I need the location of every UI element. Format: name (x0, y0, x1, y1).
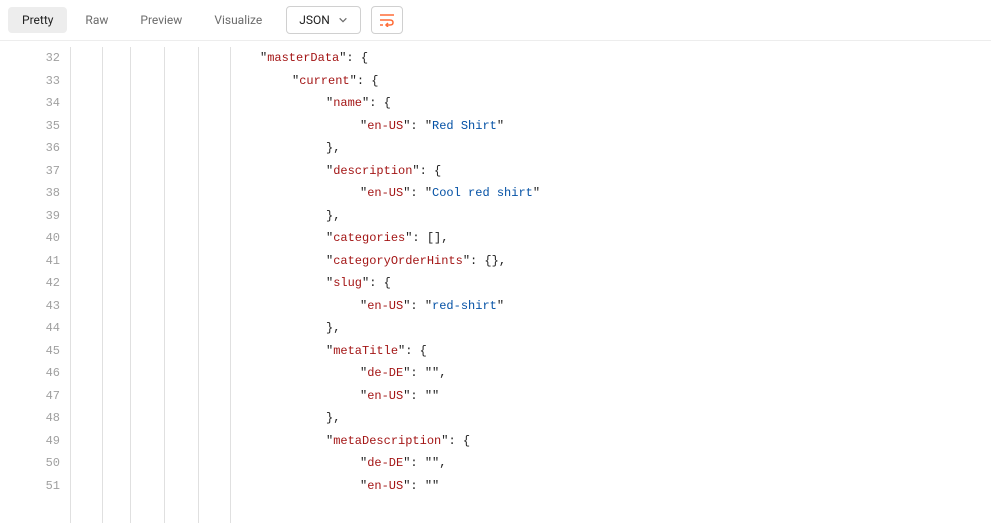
code-viewer: 3233343536373839404142434445464748495051… (0, 41, 991, 523)
code-line: "en-US": "Red Shirt" (260, 115, 991, 138)
tab-visualize[interactable]: Visualize (200, 7, 276, 33)
code-line: "en-US": "" (260, 475, 991, 498)
code-line: }, (260, 205, 991, 228)
line-number: 35 (0, 115, 60, 138)
line-number: 37 (0, 160, 60, 183)
code-line: "slug": { (260, 272, 991, 295)
line-number: 46 (0, 362, 60, 385)
code-line: "en-US": "" (260, 385, 991, 408)
code-line: }, (260, 317, 991, 340)
code-line: }, (260, 407, 991, 430)
code-line: "masterData": { (260, 47, 991, 70)
line-number: 32 (0, 47, 60, 70)
tab-raw[interactable]: Raw (71, 7, 122, 33)
line-number: 43 (0, 295, 60, 318)
line-number: 36 (0, 137, 60, 160)
wrap-lines-button[interactable] (371, 6, 403, 34)
code-line: }, (260, 137, 991, 160)
line-number: 41 (0, 250, 60, 273)
line-number: 40 (0, 227, 60, 250)
line-number: 44 (0, 317, 60, 340)
code-line: "de-DE": "", (260, 452, 991, 475)
line-number: 50 (0, 452, 60, 475)
format-dropdown[interactable]: JSON (286, 6, 361, 34)
code-content[interactable]: "masterData": {"current": {"name": {"en-… (260, 41, 991, 523)
line-number: 45 (0, 340, 60, 363)
code-line: "categoryOrderHints": {}, (260, 250, 991, 273)
chevron-down-icon (338, 15, 348, 25)
code-line: "name": { (260, 92, 991, 115)
line-number-gutter: 3233343536373839404142434445464748495051 (0, 41, 70, 523)
line-number: 34 (0, 92, 60, 115)
code-line: "metaTitle": { (260, 340, 991, 363)
line-number: 42 (0, 272, 60, 295)
code-line: "en-US": "Cool red shirt" (260, 182, 991, 205)
indent-guides (70, 41, 260, 523)
tab-pretty[interactable]: Pretty (8, 7, 67, 33)
code-line: "current": { (260, 70, 991, 93)
code-line: "categories": [], (260, 227, 991, 250)
code-line: "metaDescription": { (260, 430, 991, 453)
line-number: 49 (0, 430, 60, 453)
code-line: "en-US": "red-shirt" (260, 295, 991, 318)
format-selected-label: JSON (299, 13, 330, 27)
wrap-icon (379, 13, 395, 27)
line-number: 51 (0, 475, 60, 498)
response-toolbar: Pretty Raw Preview Visualize JSON (0, 0, 991, 41)
tab-preview[interactable]: Preview (126, 7, 196, 33)
code-line: "de-DE": "", (260, 362, 991, 385)
line-number: 33 (0, 70, 60, 93)
line-number: 47 (0, 385, 60, 408)
line-number: 38 (0, 182, 60, 205)
line-number: 48 (0, 407, 60, 430)
line-number: 39 (0, 205, 60, 228)
code-line: "description": { (260, 160, 991, 183)
